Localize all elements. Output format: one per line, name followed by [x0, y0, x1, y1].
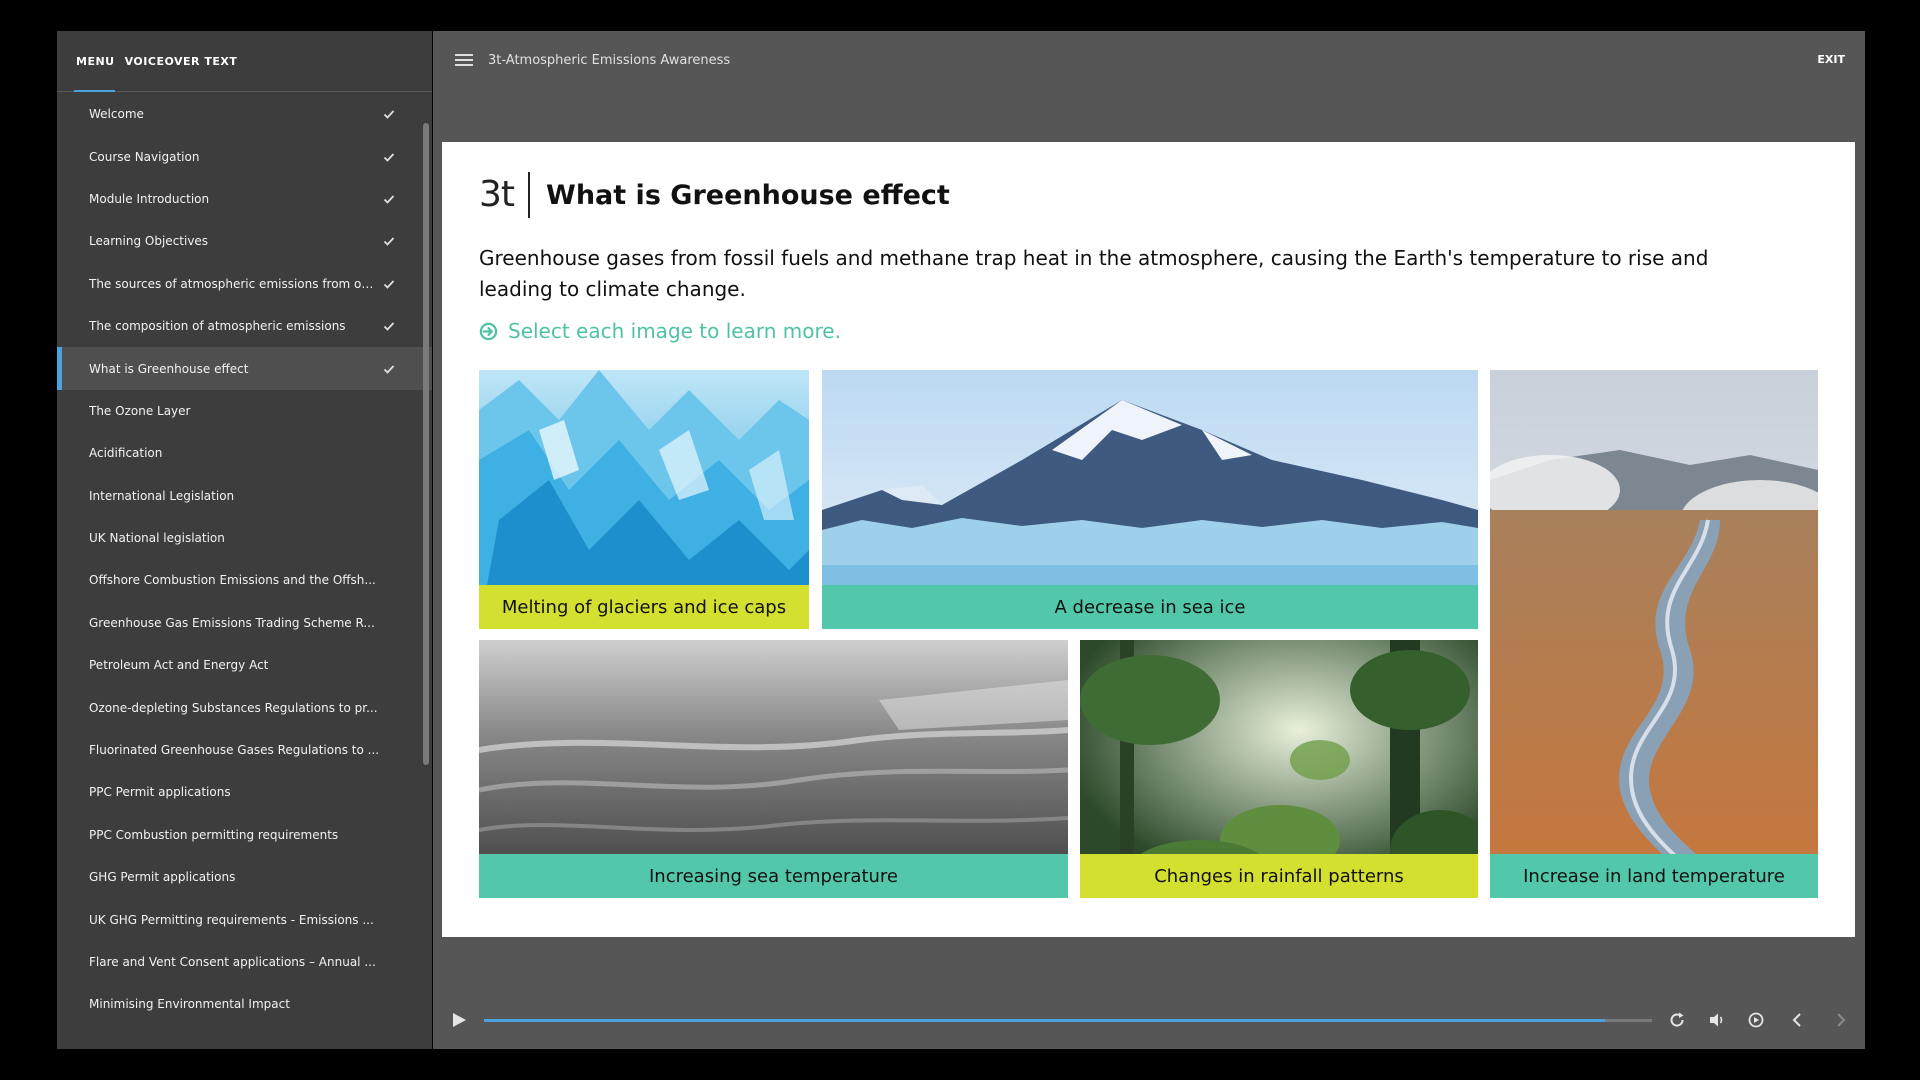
sidebar-item[interactable]: Flare and Vent Consent applications – An… [57, 941, 432, 983]
checkmark-icon [383, 364, 395, 374]
next-slide-icon[interactable] [1831, 1010, 1851, 1030]
sidebar-item[interactable]: UK National legislation [57, 517, 432, 559]
checkmark-icon [383, 110, 395, 119]
sidebar-item-label: Learning Objectives [89, 234, 209, 249]
checkmark-icon [383, 237, 395, 247]
sidebar-item-label: GHG Permit applications [89, 870, 236, 885]
sidebar-item[interactable]: International Legislation [57, 475, 432, 517]
checkmark-icon [383, 280, 395, 289]
tile-label: Changes in rainfall patterns [1080, 854, 1478, 898]
volume-icon[interactable] [1707, 1010, 1727, 1030]
sidebar-item[interactable]: Fluorinated Greenhouse Gases Regulations… [57, 729, 432, 771]
sidebar-item-label: Acidification [89, 446, 163, 461]
sidebar-item-label: International Legislation [89, 488, 235, 503]
tab-voiceover-text[interactable]: VOICEOVER TEXT [125, 55, 238, 68]
sidebar-item-label: What is Greenhouse effect [89, 361, 249, 376]
arrow-right-circle-icon [479, 322, 498, 340]
play-icon[interactable] [450, 1011, 468, 1029]
sidebar: MENU VOICEOVER TEXT Welcome Course Naviga… [57, 31, 432, 1049]
sidebar-item[interactable]: Learning Objectives [57, 220, 432, 262]
previous-slide-icon[interactable] [1787, 1010, 1807, 1030]
slide-body-text: Greenhouse gases from fossil fuels and m… [479, 246, 1709, 301]
sidebar-item[interactable]: Ozone-depleting Substances Regulations t… [57, 686, 432, 728]
sidebar-item-label: Module Introduction [89, 191, 210, 206]
sidebar-item-label: Course Navigation [89, 149, 200, 164]
sidebar-item-label: PPC Combustion permitting requirements [89, 827, 339, 842]
sidebar-item[interactable]: The composition of atmospheric emissions [57, 305, 432, 347]
progress-bar[interactable] [484, 1019, 1652, 1022]
sidebar-item-label: Minimising Environmental Impact [89, 997, 290, 1012]
instruction-text: Select each image to learn more. [508, 319, 841, 343]
course-title: 3t-Atmospheric Emissions Awareness [488, 52, 731, 68]
active-tab-indicator [74, 90, 115, 92]
tile-label: Melting of glaciers and ice caps [479, 585, 809, 629]
tile-sea-temperature[interactable]: Increasing sea temperature [479, 640, 1068, 898]
tile-glaciers[interactable]: Melting of glaciers and ice caps [479, 370, 809, 629]
sidebar-item[interactable]: Acidification [57, 432, 432, 474]
player-controls [433, 993, 1865, 1049]
sidebar-item-label: UK National legislation [89, 531, 225, 546]
progress-fill [484, 1019, 1606, 1022]
sidebar-item-label: Flare and Vent Consent applications – An… [89, 955, 376, 969]
sidebar-scrollbar[interactable] [423, 123, 429, 765]
sidebar-tabs: MENU VOICEOVER TEXT [57, 31, 432, 92]
topbar: 3t-Atmospheric Emissions Awareness EXIT [433, 31, 1865, 89]
sidebar-item-label: PPC Permit applications [89, 785, 231, 800]
replay-icon[interactable] [1667, 1010, 1687, 1030]
sidebar-item-label: Welcome [89, 107, 144, 122]
sidebar-item[interactable]: Welcome [57, 93, 432, 135]
sidebar-item-label: The sources of atmospheric emissions fro… [89, 276, 374, 291]
hamburger-menu-icon[interactable] [455, 53, 473, 67]
sidebar-item[interactable]: GHG Permit applications [57, 856, 432, 898]
sidebar-item[interactable]: Minimising Environmental Impact [57, 983, 432, 1025]
sidebar-item-label: The Ozone Layer [89, 403, 191, 418]
instruction: Select each image to learn more. [479, 319, 841, 343]
sidebar-item-label: Ozone-depleting Substances Regulations t… [89, 700, 378, 715]
exit-button[interactable]: EXIT [1817, 53, 1845, 66]
tile-land-temperature[interactable]: Increase in land temperature [1490, 370, 1818, 898]
slide-title: What is Greenhouse effect [546, 179, 950, 211]
sidebar-item[interactable]: What is Greenhouse effect [57, 347, 432, 391]
tile-label: A decrease in sea ice [822, 585, 1478, 629]
tab-menu[interactable]: MENU [76, 55, 115, 68]
sidebar-item-label: Fluorinated Greenhouse Gases Regulations… [89, 743, 380, 758]
geothermal-landscape-image [1490, 370, 1818, 898]
header-divider [528, 172, 531, 218]
sidebar-item-label: The composition of atmospheric emissions [89, 319, 346, 334]
sidebar-item-label: Petroleum Act and Energy Act [89, 658, 269, 673]
sidebar-item[interactable]: Petroleum Act and Energy Act [57, 644, 432, 686]
sidebar-item-label: UK GHG Permitting requirements - Emissio… [89, 912, 374, 927]
sidebar-item-label: Offshore Combustion Emissions and the Of… [89, 573, 376, 588]
captions-icon[interactable] [1746, 1010, 1766, 1030]
checkmark-icon [383, 152, 395, 162]
sidebar-item[interactable]: Offshore Combustion Emissions and the Of… [57, 559, 432, 601]
sidebar-item[interactable]: Greenhouse Gas Emissions Trading Scheme … [57, 602, 432, 644]
sidebar-item[interactable]: Course Navigation [57, 135, 432, 177]
tile-label: Increase in land temperature [1490, 854, 1818, 898]
slide-header: 3t What is Greenhouse effect [479, 172, 950, 218]
logo-3t: 3t [479, 174, 515, 215]
sidebar-item[interactable]: PPC Permit applications [57, 771, 432, 813]
sidebar-item[interactable]: The sources of atmospheric emissions fro… [57, 263, 432, 305]
sidebar-item[interactable]: PPC Combustion permitting requirements [57, 814, 432, 856]
main-area: 3t-Atmospheric Emissions Awareness EXIT … [433, 31, 1865, 1049]
checkmark-icon [383, 195, 395, 204]
sidebar-item[interactable]: UK GHG Permitting requirements - Emissio… [57, 898, 432, 940]
slide-content: 3t What is Greenhouse effect Greenhouse … [442, 142, 1855, 937]
tile-label: Increasing sea temperature [479, 854, 1068, 898]
sidebar-item[interactable]: The Ozone Layer [57, 390, 432, 432]
checkmark-icon [383, 322, 395, 331]
sidebar-item[interactable]: Module Introduction [57, 178, 432, 220]
sidebar-item-label: Greenhouse Gas Emissions Trading Scheme … [89, 615, 375, 630]
tile-rainfall[interactable]: Changes in rainfall patterns [1080, 640, 1478, 898]
menu-list: Welcome Course Navigation Module Introduct… [57, 93, 432, 1049]
tile-sea-ice[interactable]: A decrease in sea ice [822, 370, 1478, 629]
